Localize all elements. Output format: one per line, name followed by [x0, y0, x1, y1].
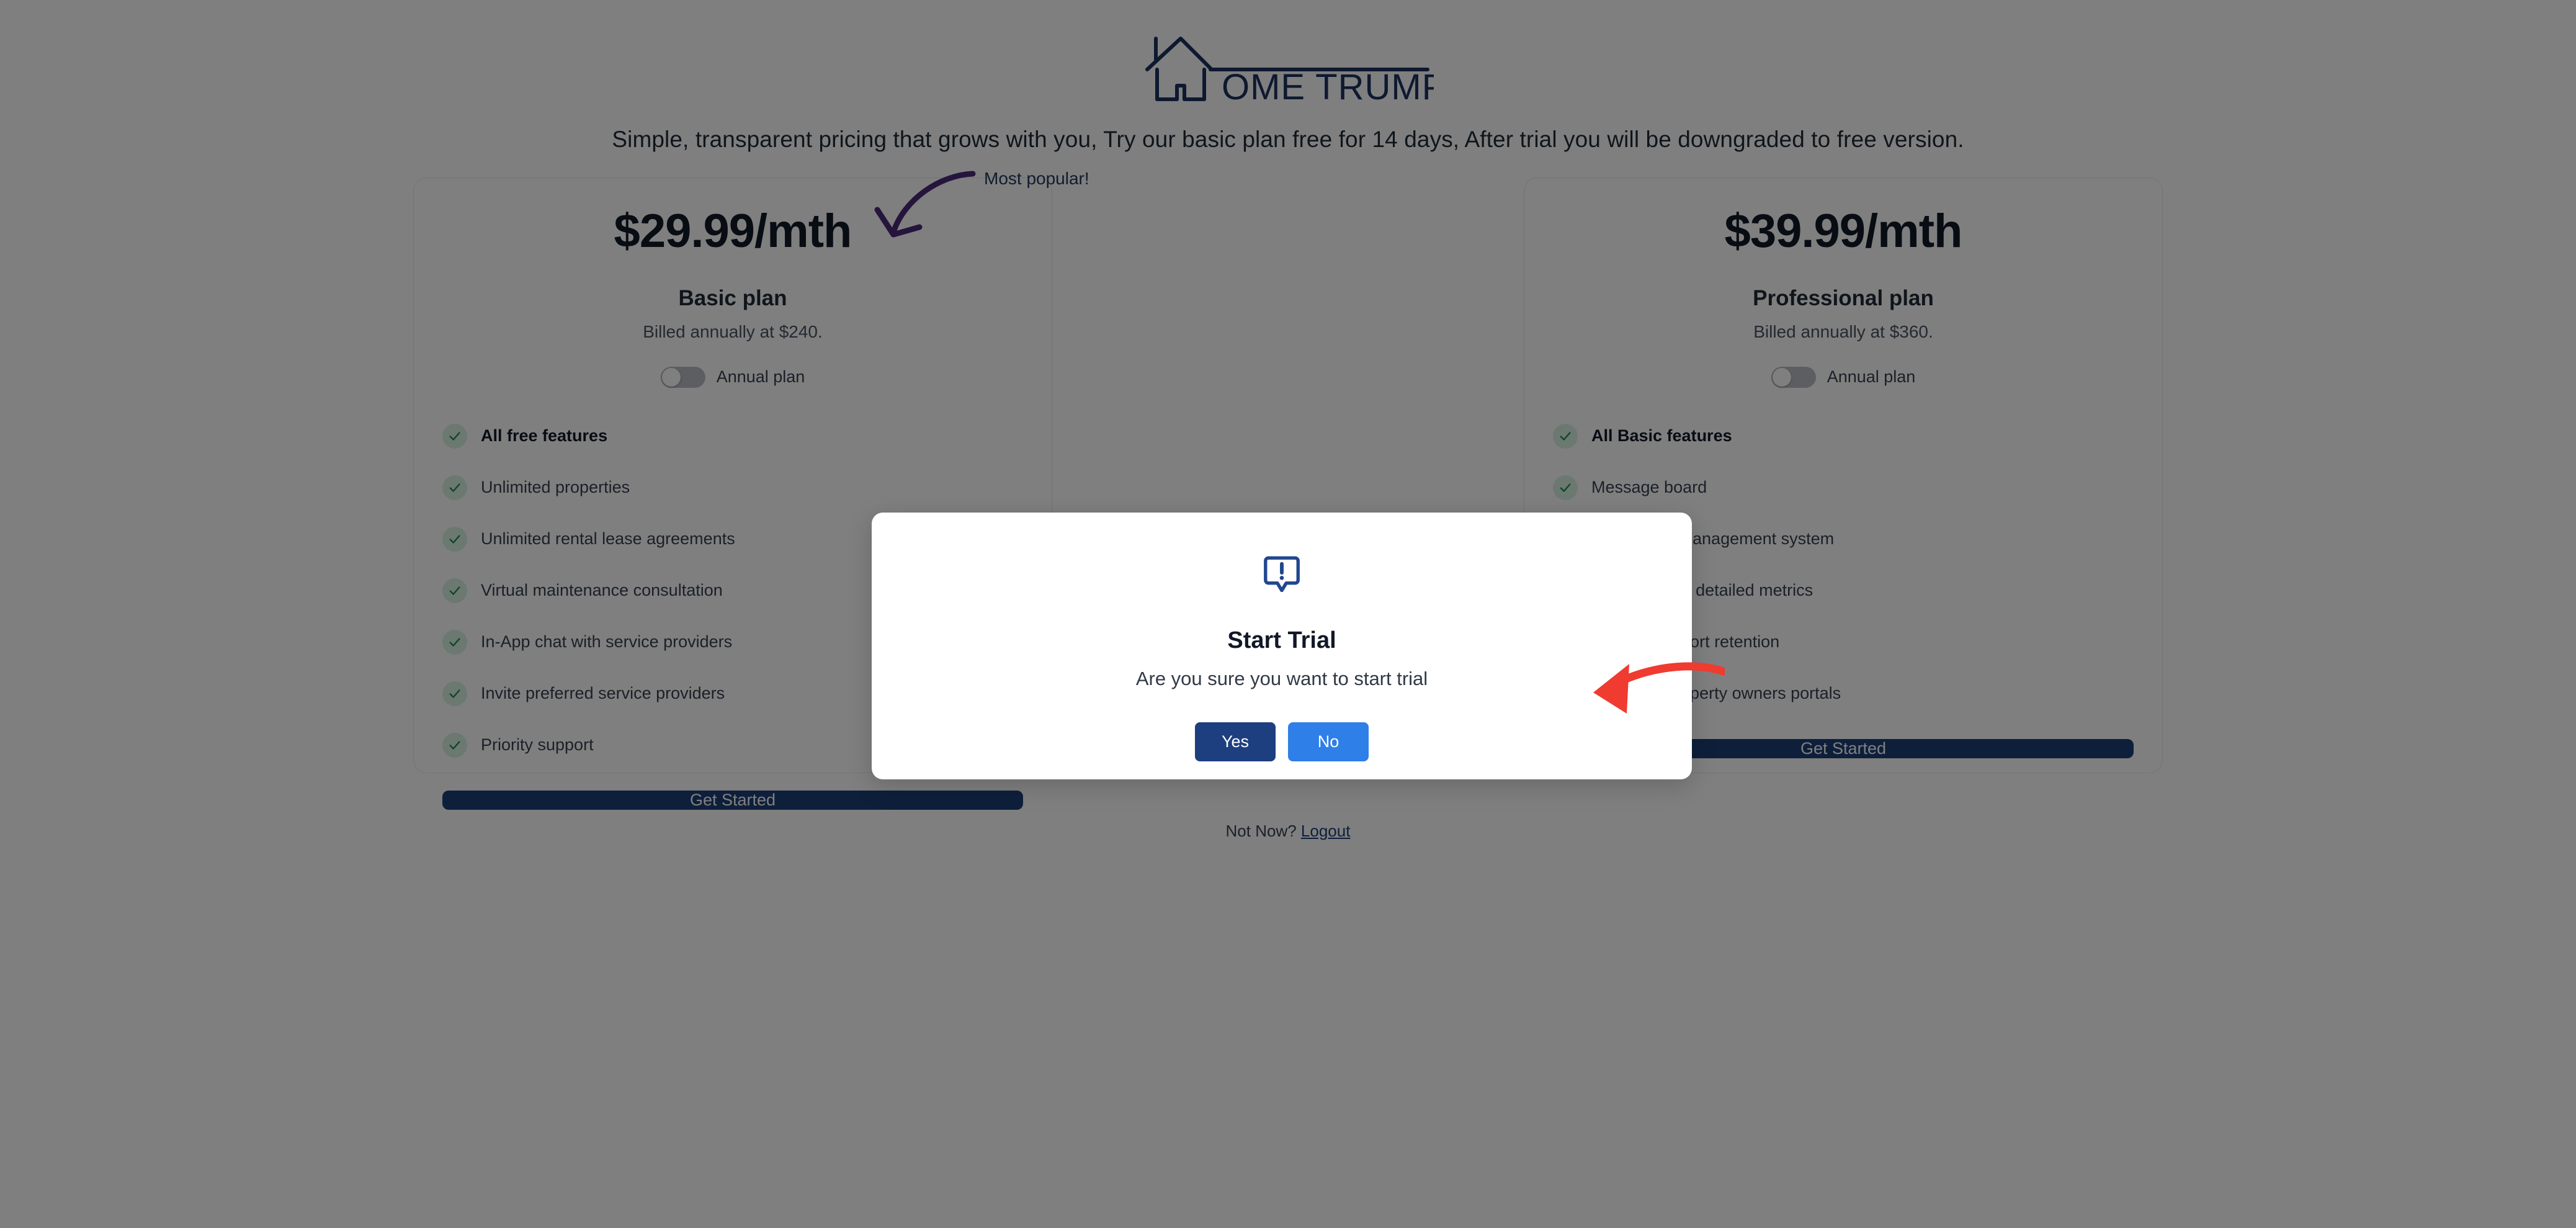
exclamation-bubble-icon — [1263, 553, 1301, 595]
dialog-message: Are you sure you want to start trial — [1135, 668, 1428, 689]
dialog-actions: Yes No — [1195, 722, 1369, 761]
cancel-no-button[interactable]: No — [1288, 722, 1369, 761]
dialog-title: Start Trial — [1227, 627, 1336, 653]
start-trial-dialog: Start Trial Are you sure you want to sta… — [872, 513, 1692, 779]
confirm-yes-button[interactable]: Yes — [1195, 722, 1276, 761]
